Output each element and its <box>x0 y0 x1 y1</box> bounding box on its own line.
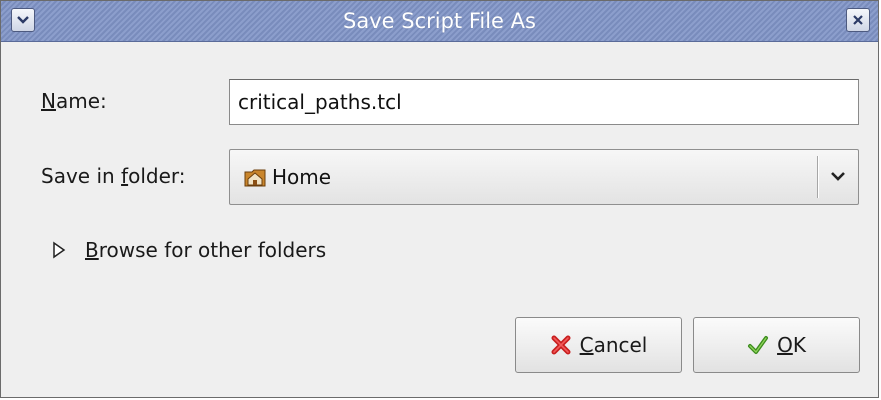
ok-label-text: K <box>792 333 806 357</box>
ok-mnemonic: O <box>777 333 793 357</box>
close-button[interactable] <box>846 8 870 32</box>
checkmark-icon <box>748 336 769 354</box>
folder-label-prefix: Save in <box>41 164 122 188</box>
ok-button-label: OK <box>777 333 806 357</box>
cancel-button-label: Cancel <box>580 333 648 357</box>
title-bar[interactable]: Save Script File As <box>1 1 878 42</box>
folder-value: Home <box>272 165 332 189</box>
name-label-mnemonic: N <box>41 89 56 113</box>
name-input[interactable] <box>229 79 859 125</box>
chevron-down-icon[interactable] <box>828 166 848 186</box>
save-in-folder-dropdown[interactable]: Home <box>229 149 859 205</box>
browse-label-text: rowse for other folders <box>98 238 327 262</box>
browse-label-mnemonic: B <box>85 238 99 262</box>
ok-button[interactable]: OK <box>693 317 860 373</box>
cancel-label-text: ancel <box>593 333 648 357</box>
save-script-dialog: Save Script File As Name: Save in folder… <box>0 0 879 398</box>
save-in-folder-label: Save in folder: <box>41 164 186 188</box>
cancel-button[interactable]: Cancel <box>515 317 682 373</box>
dropdown-separator <box>817 156 818 198</box>
expander-arrow-icon <box>53 241 66 259</box>
close-icon <box>853 15 863 25</box>
name-label: Name: <box>41 89 107 113</box>
window-title: Save Script File As <box>343 9 536 33</box>
browse-label: Browse for other folders <box>85 238 326 262</box>
folder-label-text: older: <box>128 164 186 188</box>
cancel-mnemonic: C <box>579 333 594 357</box>
home-folder-icon <box>244 169 266 187</box>
browse-other-folders-expander[interactable]: Browse for other folders <box>51 235 326 265</box>
cancel-x-icon <box>551 335 571 355</box>
name-label-text: ame: <box>55 89 107 113</box>
